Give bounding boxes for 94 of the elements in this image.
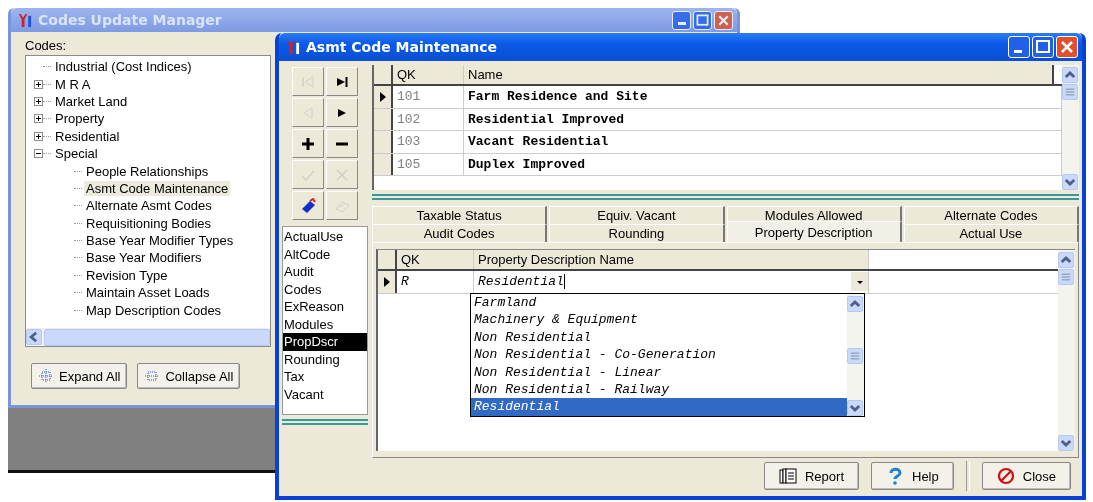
- maximize-button[interactable]: [1032, 36, 1054, 58]
- tree-item[interactable]: Special: [53, 146, 100, 162]
- expand-icon[interactable]: [34, 96, 43, 106]
- list-item[interactable]: ActualUse: [283, 228, 345, 246]
- horizontal-scrollbar[interactable]: [26, 328, 270, 346]
- expand-tree-icon: [38, 368, 54, 384]
- tree-item[interactable]: M R A: [53, 76, 93, 92]
- table-cell: R: [397, 271, 474, 293]
- tree-item[interactable]: Property: [53, 111, 107, 127]
- tree-item[interactable]: People Relationships: [84, 163, 211, 179]
- list-item[interactable]: ExReason: [283, 298, 345, 316]
- row-indicator[interactable]: [374, 108, 393, 130]
- list-item[interactable]: Vacant: [283, 385, 325, 403]
- window-title: Asmt Code Maintenance: [306, 39, 499, 55]
- list-item[interactable]: Modules: [283, 315, 335, 333]
- codes-label: Codes:: [25, 38, 67, 53]
- vertical-scrollbar[interactable]: [1062, 65, 1079, 190]
- tab[interactable]: Taxable Status: [372, 206, 548, 224]
- close-button[interactable]: Close: [981, 462, 1071, 490]
- delete-button[interactable]: [326, 129, 358, 158]
- tab[interactable]: Alternate Codes: [903, 206, 1079, 224]
- table-cell: 103: [393, 131, 464, 153]
- column-header[interactable]: QK: [393, 65, 464, 84]
- report-button[interactable]: Report: [763, 462, 859, 490]
- tree-item[interactable]: Market Land: [53, 93, 130, 109]
- column-header[interactable]: QK: [397, 250, 474, 269]
- next-button[interactable]: [326, 98, 358, 127]
- dropdown-field[interactable]: Residential: [474, 271, 869, 293]
- column-header[interactable]: Name: [464, 65, 1054, 84]
- collapse-all-button[interactable]: Collapse All: [137, 363, 241, 389]
- tools-icon: [285, 39, 300, 55]
- row-indicator[interactable]: [378, 271, 397, 293]
- vertical-scrollbar[interactable]: [847, 294, 864, 416]
- dropdown-option[interactable]: Non Residential: [471, 328, 847, 347]
- table-cell: 102: [393, 108, 464, 130]
- insert-button[interactable]: [292, 129, 324, 158]
- dropdown-option[interactable]: Non Residential - Railway: [471, 380, 847, 399]
- expand-icon[interactable]: [34, 131, 43, 141]
- minimize-icon: [1014, 50, 1022, 53]
- tree-item[interactable]: Asmt Code Maintenance: [84, 180, 231, 196]
- tree-item[interactable]: Requisitioning Bodies: [84, 215, 214, 231]
- tree-item[interactable]: Alternate Asmt Codes: [84, 198, 214, 214]
- dropdown-option[interactable]: Non Residential - Co-Generation: [471, 346, 847, 364]
- tree-item[interactable]: Residential: [53, 128, 122, 144]
- tab[interactable]: Rounding: [549, 224, 725, 242]
- prohibited-icon: [996, 467, 1015, 485]
- delete-icon: [334, 141, 350, 146]
- help-button[interactable]: Help: [871, 462, 954, 490]
- current-row-icon: [382, 275, 391, 288]
- row-indicator[interactable]: [374, 86, 393, 108]
- expand-all-button[interactable]: Expand All: [31, 363, 128, 389]
- vertical-scrollbar[interactable]: [1058, 250, 1075, 451]
- dropdown-option[interactable]: Non Residential - Linear: [471, 363, 847, 381]
- tree-item[interactable]: Industrial (Cost Indices): [53, 59, 194, 75]
- list-item[interactable]: AltCode: [283, 245, 332, 263]
- minimize-button[interactable]: [1008, 36, 1030, 58]
- column-header[interactable]: Property Description Name: [474, 250, 869, 269]
- bookmark-button[interactable]: [292, 191, 324, 220]
- row-indicator[interactable]: [374, 153, 393, 175]
- insert-icon: [300, 135, 316, 152]
- list-item[interactable]: Codes: [283, 280, 323, 298]
- list-item[interactable]: Rounding: [283, 350, 341, 368]
- table-cell: 101: [393, 86, 464, 108]
- tree-item[interactable]: Revision Type: [84, 267, 170, 283]
- tab[interactable]: Property Description: [726, 221, 902, 242]
- pages-icon: [778, 467, 797, 485]
- current-row-icon: [378, 90, 387, 103]
- list-item[interactable]: Tax: [283, 368, 306, 386]
- expand-icon[interactable]: [34, 79, 43, 89]
- dropdown-arrow-button[interactable]: [851, 272, 868, 292]
- collapse-tree-icon: [144, 368, 161, 384]
- cancel-icon: [334, 166, 350, 183]
- tree-item[interactable]: Maintain Asset Loads: [84, 285, 212, 301]
- tab[interactable]: Actual Use: [903, 224, 1079, 242]
- dropdown-option[interactable]: Machinery & Equipment: [471, 311, 847, 329]
- list-item[interactable]: PropDscr: [283, 333, 367, 351]
- collapse-icon[interactable]: [34, 149, 43, 159]
- window-title: Codes Update Manager: [38, 12, 223, 28]
- tree-item[interactable]: Base Year Modifier Types: [84, 233, 236, 249]
- tree-item[interactable]: Map Description Codes: [84, 302, 224, 318]
- last-button[interactable]: [326, 67, 358, 96]
- table-cell: 105: [393, 153, 464, 175]
- tab[interactable]: Equiv. Vacant: [549, 206, 725, 224]
- bookmark-icon: [300, 197, 316, 214]
- expand-icon[interactable]: [34, 114, 43, 124]
- list-item[interactable]: Audit: [283, 263, 315, 281]
- dropdown-option[interactable]: Farmland: [471, 294, 847, 312]
- row-indicator[interactable]: [374, 131, 393, 153]
- tree-item[interactable]: Base Year Modifiers: [84, 250, 204, 266]
- dropdown-option[interactable]: Residential: [471, 398, 847, 416]
- close-button[interactable]: [1056, 36, 1078, 58]
- tab[interactable]: Audit Codes: [372, 224, 548, 242]
- tools-icon: [17, 12, 32, 28]
- minimize-icon: [678, 21, 686, 25]
